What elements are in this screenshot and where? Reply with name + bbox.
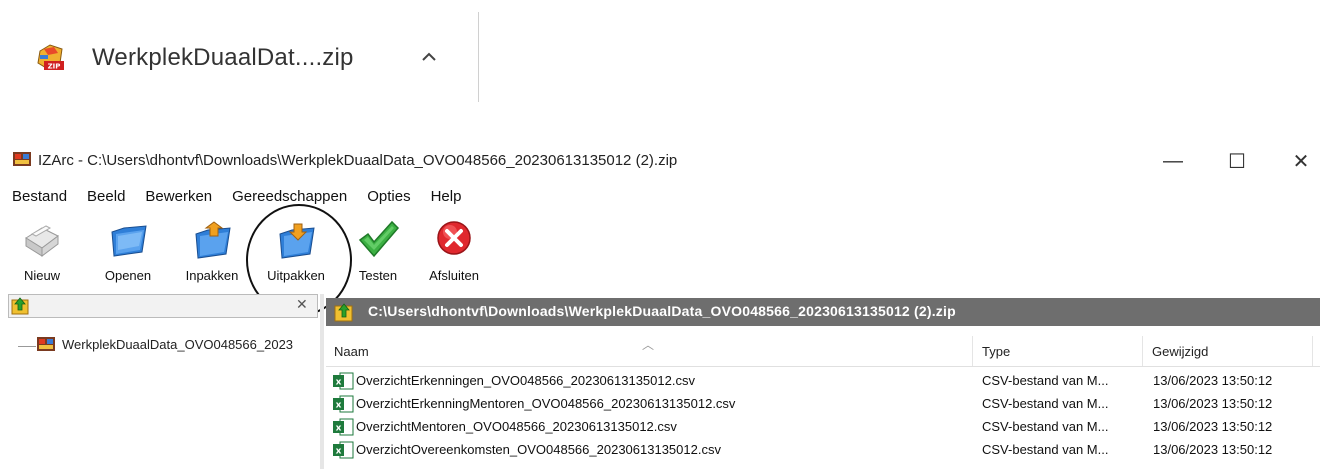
- csv-file-icon: x: [333, 418, 354, 436]
- open-button-label: Openen: [104, 268, 152, 283]
- menu-bestand[interactable]: Bestand: [0, 184, 77, 210]
- open-button[interactable]: Openen: [88, 212, 168, 288]
- pack-button[interactable]: Inpakken: [172, 212, 252, 288]
- menu-gereedschappen[interactable]: Gereedschappen: [222, 184, 357, 210]
- file-name: OverzichtErkenningen_OVO048566_202306131…: [356, 373, 695, 388]
- unpack-folder-icon: [279, 223, 315, 259]
- tree-item-archive[interactable]: WerkplekDuaalData_OVO048566_2023: [36, 336, 293, 352]
- pack-folder-icon: [195, 221, 231, 259]
- csv-file-icon: x: [333, 395, 354, 413]
- path-bar: C:\Users\dhontvf\Downloads\WerkplekDuaal…: [326, 298, 1320, 326]
- test-button[interactable]: Testen: [338, 212, 418, 288]
- minimize-button[interactable]: —: [1150, 146, 1196, 176]
- column-name[interactable]: Naam: [334, 344, 369, 359]
- folder-up-icon[interactable]: [11, 296, 29, 316]
- tree-connector: [18, 346, 36, 347]
- izarc-window: IZArc - C:\Users\dhontvf\Downloads\Werkp…: [0, 140, 1320, 469]
- maximize-button[interactable]: ☐: [1214, 146, 1260, 176]
- file-row[interactable]: x OverzichtErkenningMentoren_OVO048566_2…: [330, 393, 1320, 415]
- new-archive-icon: [25, 225, 59, 257]
- exit-button-label: Afsluiten: [429, 268, 479, 283]
- pack-button-label: Inpakken: [185, 268, 239, 283]
- menu-beeld[interactable]: Beeld: [77, 184, 135, 210]
- menu-opties[interactable]: Opties: [357, 184, 420, 210]
- file-row[interactable]: x OverzichtMentoren_OVO048566_2023061313…: [330, 416, 1320, 438]
- new-button-label: Nieuw: [23, 268, 61, 283]
- close-button[interactable]: ✕: [1278, 146, 1320, 176]
- svg-text:x: x: [336, 401, 342, 411]
- chevron-up-icon[interactable]: [418, 46, 440, 68]
- column-separator[interactable]: [972, 336, 973, 366]
- title-bar[interactable]: IZArc - C:\Users\dhontvf\Downloads\Werkp…: [0, 140, 1320, 182]
- tree-item-label: WerkplekDuaalData_OVO048566_2023: [62, 336, 294, 352]
- column-modified[interactable]: Gewijzigd: [1152, 344, 1208, 359]
- file-type: CSV-bestand van M...: [982, 442, 1109, 457]
- column-type[interactable]: Type: [982, 344, 1010, 359]
- test-button-label: Testen: [358, 268, 398, 283]
- toolbar: Nieuw Openen Inpakken Uitpakken Testen A…: [0, 212, 1320, 288]
- archive-icon: [37, 337, 55, 351]
- file-type: CSV-bestand van M...: [982, 396, 1109, 411]
- tree-pane-header: [8, 294, 318, 318]
- svg-text:x: x: [336, 424, 342, 434]
- menu-help[interactable]: Help: [421, 184, 472, 210]
- window-title: IZArc - C:\Users\dhontvf\Downloads\Werkp…: [38, 152, 678, 169]
- svg-text:x: x: [336, 447, 342, 457]
- file-modified: 13/06/2023 13:50:12: [1153, 373, 1273, 388]
- file-list-header: ︿ Naam Type Gewijzigd: [326, 336, 1320, 367]
- izarc-app-icon: [12, 150, 32, 168]
- unpack-button[interactable]: Uitpakken: [256, 212, 336, 288]
- close-circle-icon: [437, 221, 471, 255]
- file-type: CSV-bestand van M...: [982, 419, 1109, 434]
- menu-bewerken[interactable]: Bewerken: [135, 184, 222, 210]
- file-name: OverzichtOvereenkomsten_OVO048566_202306…: [356, 442, 721, 457]
- tree-pane-close-icon[interactable]: ✕: [296, 296, 308, 313]
- file-modified: 13/06/2023 13:50:12: [1153, 419, 1273, 434]
- download-item[interactable]: ZIP: [34, 38, 68, 78]
- menu-bar: Bestand Beeld Bewerken Gereedschappen Op…: [0, 184, 471, 210]
- checkmark-icon: [358, 220, 400, 258]
- csv-file-icon: x: [333, 441, 354, 459]
- file-modified: 13/06/2023 13:50:12: [1153, 442, 1273, 457]
- file-name: OverzichtErkenningMentoren_OVO048566_202…: [356, 396, 736, 411]
- csv-file-icon: x: [333, 372, 354, 390]
- file-row[interactable]: x OverzichtErkenningen_OVO048566_2023061…: [330, 370, 1320, 392]
- file-name: OverzichtMentoren_OVO048566_202306131350…: [356, 419, 677, 434]
- file-row[interactable]: x OverzichtOvereenkomsten_OVO048566_2023…: [330, 439, 1320, 461]
- unpack-button-label: Uitpakken: [267, 268, 325, 283]
- file-type: CSV-bestand van M...: [982, 373, 1109, 388]
- download-bar: ZIP WerkplekDuaalDat....zip: [0, 0, 1320, 112]
- sort-caret-icon: ︿: [642, 338, 655, 352]
- download-bar-divider: [478, 12, 479, 102]
- svg-text:ZIP: ZIP: [48, 63, 61, 71]
- column-separator[interactable]: [1142, 336, 1143, 366]
- zip-file-icon: ZIP: [34, 41, 68, 75]
- folder-up-icon[interactable]: [334, 302, 354, 322]
- column-separator[interactable]: [1312, 336, 1313, 366]
- exit-button[interactable]: Afsluiten: [414, 212, 494, 288]
- download-file-name[interactable]: WerkplekDuaalDat....zip: [92, 44, 354, 72]
- open-folder-icon: [111, 225, 147, 257]
- current-path: C:\Users\dhontvf\Downloads\WerkplekDuaal…: [368, 303, 956, 319]
- new-button[interactable]: Nieuw: [2, 212, 82, 288]
- pane-splitter[interactable]: [320, 294, 324, 469]
- file-modified: 13/06/2023 13:50:12: [1153, 396, 1273, 411]
- svg-text:x: x: [336, 378, 342, 388]
